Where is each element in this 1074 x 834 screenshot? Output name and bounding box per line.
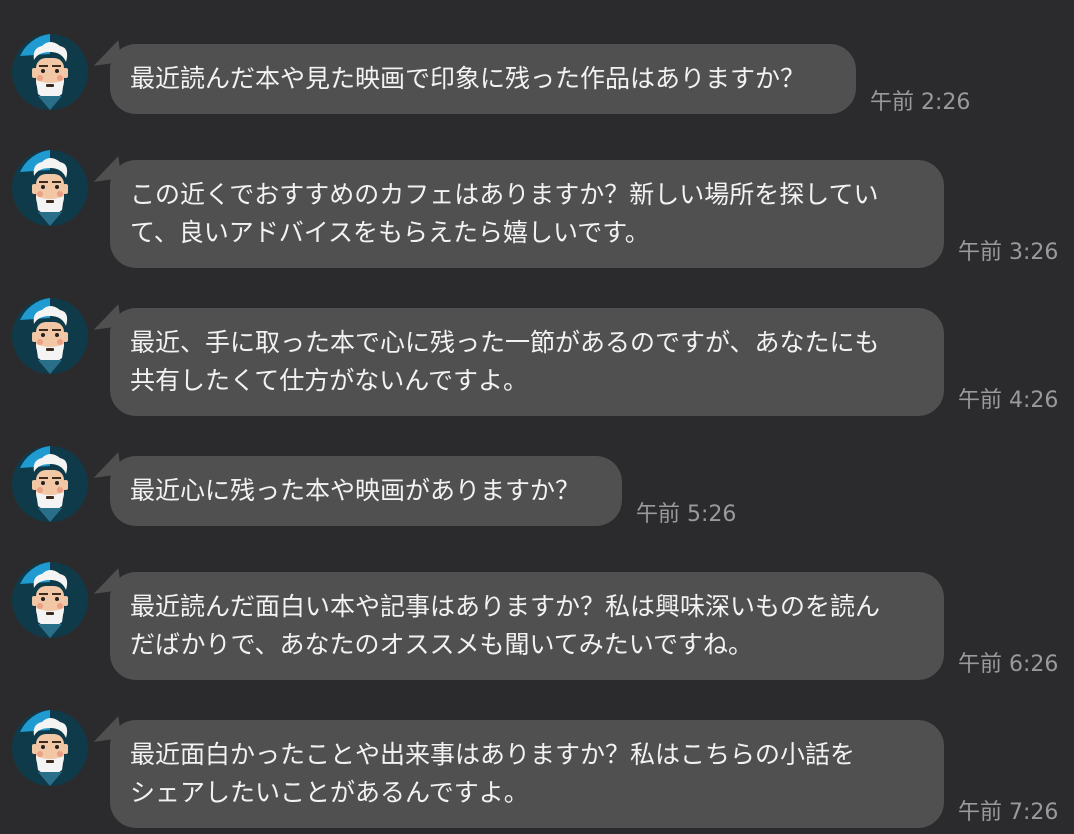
avatar[interactable] [12,34,88,110]
old-man-avatar-icon [12,562,88,638]
old-man-avatar-icon [12,710,88,786]
message-text: 最近面白かったことや出来事はありますか？私はこちらの小話を [130,740,856,769]
message-text: だばかりで、あなたのオススメも聞いてみたいですね。 [130,630,754,659]
message-text: て、良いアドバイスをもらえたら嬉しいです。 [130,218,650,247]
avatar[interactable] [12,446,88,522]
old-man-avatar-icon [12,34,88,110]
message-text: 最近読んだ面白い本や記事はありますか？私は興味深いものを読ん [130,592,881,621]
message-text: 最近読んだ本や見た映画で印象に残った作品はありますか？ [130,64,806,93]
message-timestamp: 午前 3:26 [958,240,1059,265]
message-bubble[interactable]: 最近面白かったことや出来事はありますか？私はこちらの小話を シェアしたいことがあ… [110,720,944,828]
message-text: 最近心に残った本や映画がありますか？ [130,476,581,505]
old-man-avatar-icon [12,298,88,374]
message-text: この近くでおすすめのカフェはありますか？新しい場所を探してい [130,180,879,209]
message-timestamp: 午前 5:26 [636,502,737,527]
avatar[interactable] [12,298,88,374]
message-text: 共有したくて仕方がないんですよ。 [130,366,529,395]
message-timestamp: 午前 2:26 [870,90,971,115]
avatar[interactable] [12,150,88,226]
message-bubble[interactable]: 最近心に残った本や映画がありますか？ [110,456,622,526]
avatar[interactable] [12,562,88,638]
chat-thread: 最近読んだ本や見た映画で印象に残った作品はありますか？ 午前 2:26 この近く… [0,0,1074,834]
message-text: シェアしたいことがあるんですよ。 [130,778,529,807]
message-timestamp: 午前 7:26 [958,800,1059,825]
message-timestamp: 午前 6:26 [958,652,1059,677]
avatar[interactable] [12,710,88,786]
message-bubble[interactable]: 最近、手に取った本で心に残った一節があるのですが、あなたにも 共有したくて仕方が… [110,308,944,416]
message-timestamp: 午前 4:26 [958,388,1059,413]
message-bubble[interactable]: 最近読んだ面白い本や記事はありますか？私は興味深いものを読ん だばかりで、あなた… [110,572,944,680]
old-man-avatar-icon [12,150,88,226]
message-bubble[interactable]: 最近読んだ本や見た映画で印象に残った作品はありますか？ [110,44,856,114]
message-text: 最近、手に取った本で心に残った一節があるのですが、あなたにも [130,328,880,357]
old-man-avatar-icon [12,446,88,522]
message-bubble[interactable]: この近くでおすすめのカフェはありますか？新しい場所を探してい て、良いアドバイス… [110,160,944,268]
